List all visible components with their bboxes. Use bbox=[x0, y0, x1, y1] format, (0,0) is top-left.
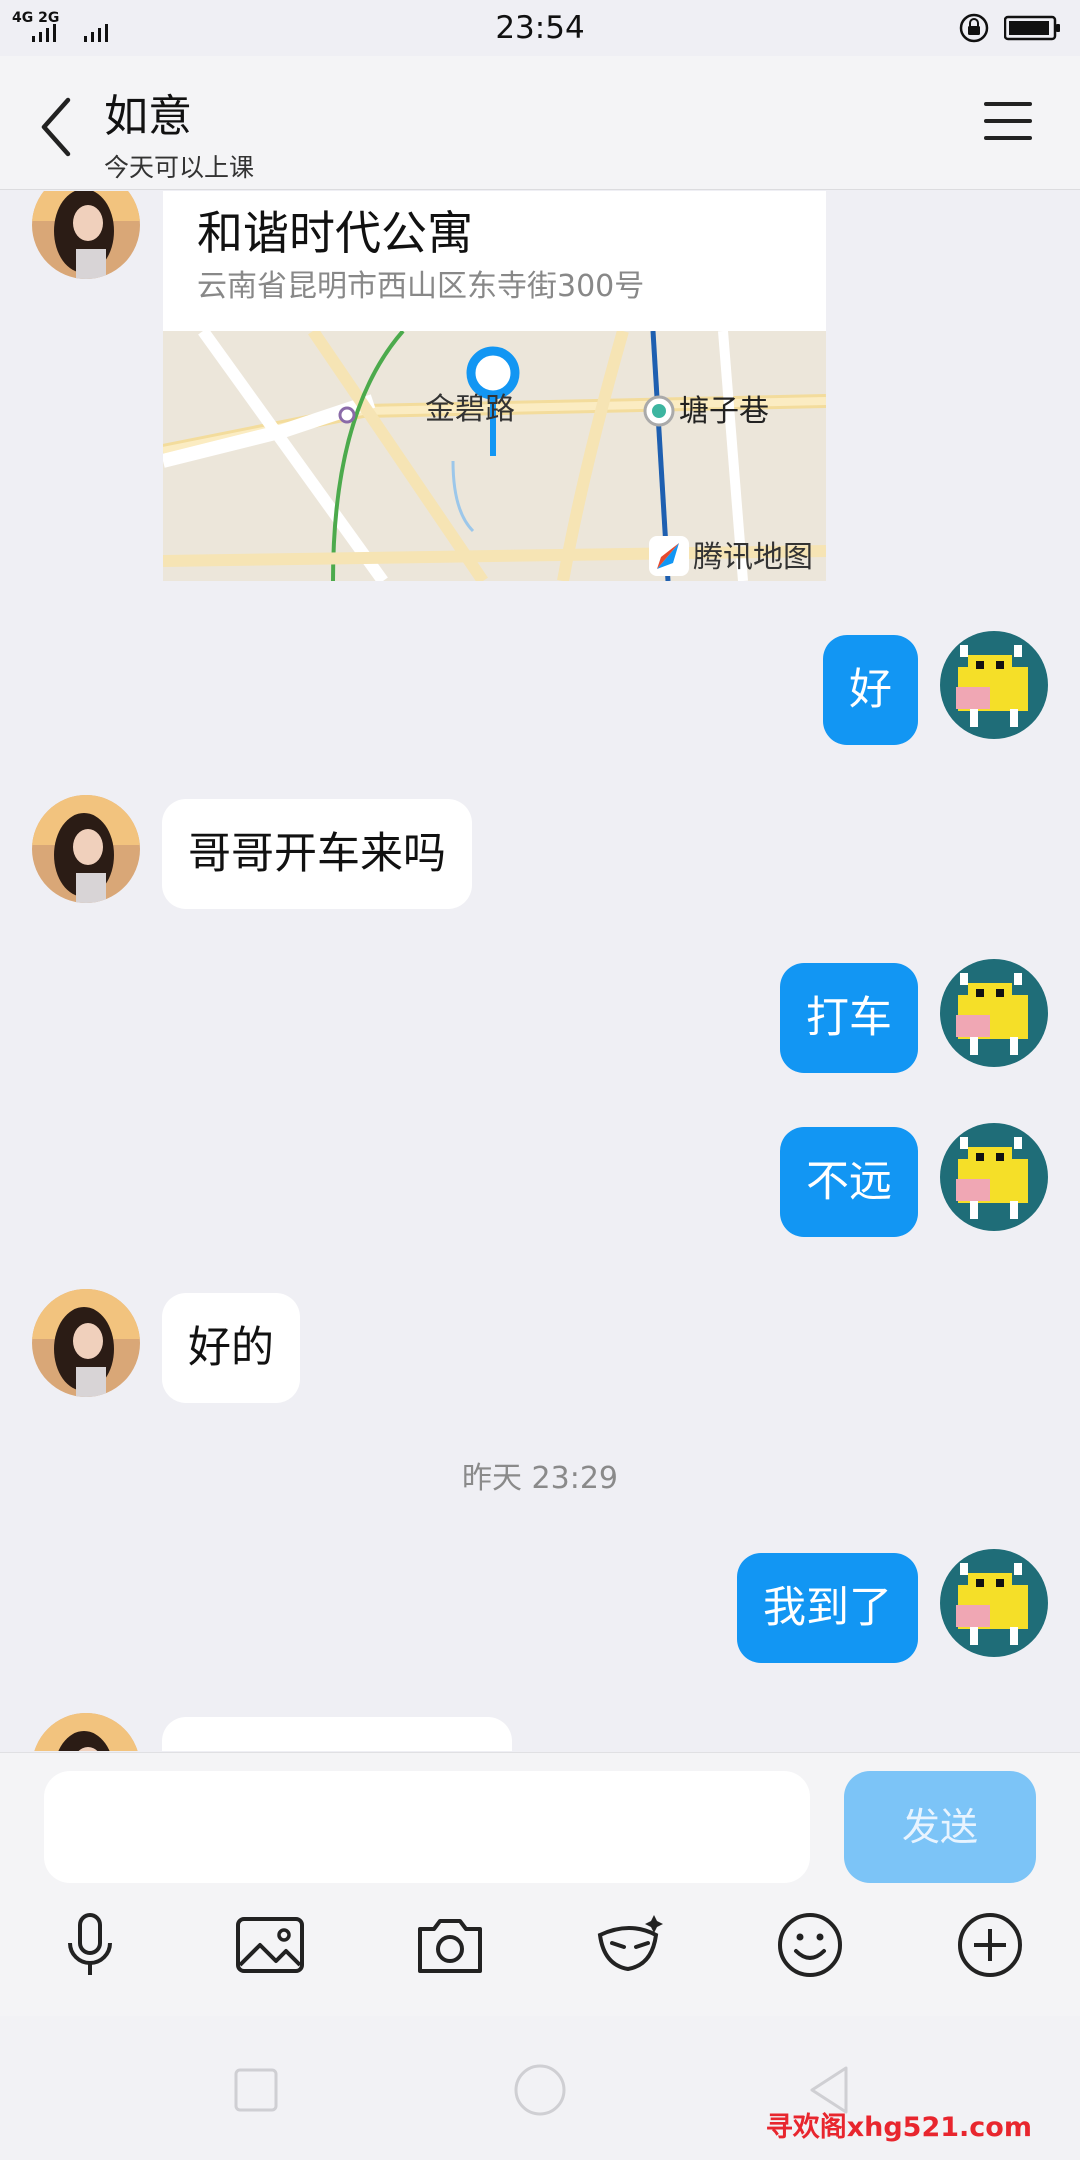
recent-apps-icon[interactable] bbox=[226, 2060, 286, 2120]
plus-icon[interactable] bbox=[950, 1905, 1030, 1985]
outgoing-message-bubble[interactable]: 不远 bbox=[780, 1127, 918, 1237]
map-preview: 金碧路 塘子巷 腾讯地图 bbox=[163, 331, 826, 581]
avatar[interactable] bbox=[940, 631, 1048, 739]
avatar[interactable] bbox=[940, 1123, 1048, 1231]
camera-icon[interactable] bbox=[410, 1905, 490, 1985]
avatar[interactable] bbox=[940, 959, 1048, 1067]
outgoing-message-bubble[interactable]: 我到了 bbox=[737, 1553, 918, 1663]
contact-avatar-image bbox=[32, 191, 140, 279]
chat-header: 如意 今天可以上课 bbox=[0, 56, 1080, 190]
incoming-message-bubble[interactable] bbox=[162, 1717, 512, 1751]
microphone-icon[interactable] bbox=[50, 1905, 130, 1985]
message-timestamp: 昨天 23:29 bbox=[462, 1461, 618, 1496]
map-provider-label: 腾讯地图 bbox=[693, 540, 813, 575]
message-input[interactable] bbox=[44, 1771, 810, 1883]
rotation-lock-icon bbox=[959, 13, 989, 43]
contact-name: 如意 bbox=[104, 91, 192, 142]
location-message-card[interactable]: 和谐时代公寓 云南省昆明市西山区东寺街300号 金碧路 塘子巷 腾讯地图 bbox=[163, 191, 826, 581]
my-avatar-image bbox=[940, 1123, 1048, 1231]
avatar[interactable] bbox=[32, 1713, 140, 1751]
contact-avatar-image bbox=[32, 1713, 140, 1751]
image-icon[interactable] bbox=[230, 1905, 310, 1985]
avatar[interactable] bbox=[32, 191, 140, 279]
chat-toolbar bbox=[0, 1905, 1080, 1995]
send-button[interactable]: 发送 bbox=[844, 1771, 1036, 1883]
map-label-station: 塘子巷 bbox=[679, 394, 769, 429]
contact-status: 今天可以上课 bbox=[104, 153, 255, 182]
watermark: 寻欢阁xhg521.com bbox=[765, 2112, 1032, 2143]
location-address: 云南省昆明市西山区东寺街300号 bbox=[197, 269, 645, 304]
status-clock: 23:54 bbox=[495, 10, 585, 46]
contact-avatar-image bbox=[32, 1289, 140, 1397]
location-place-name: 和谐时代公寓 bbox=[197, 206, 473, 260]
avatar[interactable] bbox=[940, 1549, 1048, 1657]
map-label-street: 金碧路 bbox=[425, 392, 515, 427]
incoming-message-bubble[interactable]: 好的 bbox=[162, 1293, 300, 1403]
contact-avatar-image bbox=[32, 795, 140, 903]
system-nav-bar: 寻欢阁xhg521.com bbox=[0, 2016, 1080, 2160]
avatar[interactable] bbox=[32, 1289, 140, 1397]
outgoing-message-bubble[interactable]: 打车 bbox=[780, 963, 918, 1073]
red-packet-mask-icon[interactable] bbox=[590, 1905, 670, 1985]
status-bar: 4G 2G 23:54 bbox=[0, 0, 1080, 56]
home-icon[interactable] bbox=[510, 2060, 570, 2120]
avatar[interactable] bbox=[32, 795, 140, 903]
message-list[interactable]: 和谐时代公寓 云南省昆明市西山区东寺街300号 金碧路 塘子巷 腾讯地图 好 哥… bbox=[0, 191, 1080, 1751]
my-avatar-image bbox=[940, 959, 1048, 1067]
my-avatar-image bbox=[940, 1549, 1048, 1657]
menu-icon[interactable] bbox=[982, 96, 1034, 146]
input-bar: 发送 bbox=[0, 1752, 1080, 2016]
back-arrow-icon[interactable] bbox=[36, 94, 76, 160]
battery-icon bbox=[1004, 15, 1060, 41]
outgoing-message-bubble[interactable]: 好 bbox=[823, 635, 918, 745]
my-avatar-image bbox=[940, 631, 1048, 739]
emoji-icon[interactable] bbox=[770, 1905, 850, 1985]
incoming-message-bubble[interactable]: 哥哥开车来吗 bbox=[162, 799, 472, 909]
